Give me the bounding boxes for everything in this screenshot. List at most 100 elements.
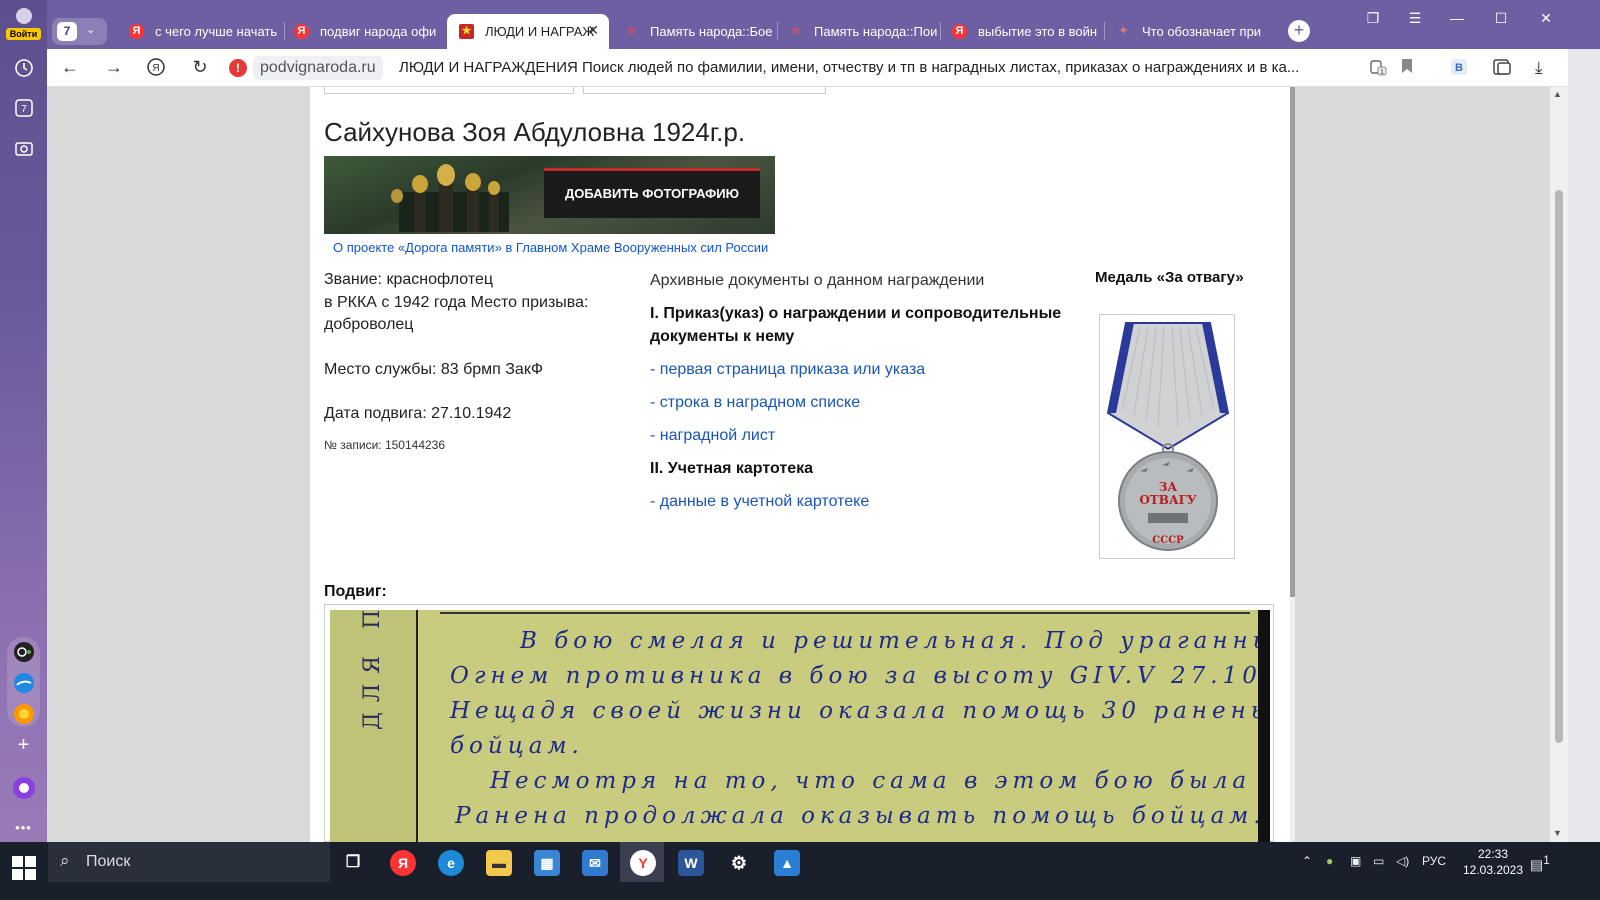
vk-extension-icon[interactable]: B [1450,58,1468,80]
record-number-text: № записи: 150144236 [324,437,446,452]
viewport-scrollbar-thumb[interactable] [1555,190,1563,743]
tab-title: Память народа::Бое [650,24,773,39]
yandex-browser-icon[interactable]: Я [390,850,416,876]
star-favicon-icon: ☆ [626,25,637,37]
taskbar-search[interactable]: ⌕ Поиск [48,842,330,882]
section-order-heading: I. Приказ(указ) о награждении и сопровод… [650,305,1062,345]
login-button[interactable]: Войти [3,6,44,46]
bookmark-icon[interactable] [1400,58,1414,78]
tabs-grid-icon[interactable]: 7 [9,93,38,122]
reload-icon[interactable]: ↻ [188,57,212,78]
close-window-icon[interactable]: ✕ [1531,10,1561,27]
new-tab-button[interactable]: + [1288,20,1310,42]
tray-device-icon[interactable]: ▣ [1350,854,1361,868]
photos-icon[interactable]: ▲ [774,850,800,876]
insecure-warning-icon[interactable]: ! [229,59,247,77]
tab-counter-button[interactable]: 7 ⌄ [52,18,107,45]
tab-7[interactable]: ✦ Что обозначает при [1104,14,1266,49]
link-order-first-page[interactable]: - первая страница приказа или указа [650,358,1070,381]
app-icon-alice[interactable] [9,637,38,666]
scroll-up-icon[interactable]: ▲ [1553,89,1562,99]
yandex-app-icon[interactable]: Y [630,850,656,876]
viewport-scrollbar[interactable]: ▲ ▼ [1550,87,1568,842]
menu-icon[interactable]: ☰ [1400,10,1430,27]
cathedral-image [391,164,509,232]
store-icon[interactable]: ▦ [534,850,560,876]
search-field-remnant[interactable] [324,87,574,94]
app-icon-zen[interactable] [9,668,38,697]
task-view-icon[interactable]: ❐ [340,850,366,876]
language-indicator[interactable]: РУС [1422,854,1446,868]
tab-title: с чего лучше начать [155,24,278,39]
tray-app-icon[interactable]: ● [1326,854,1333,868]
notifications-icon[interactable]: ▤1 [1530,854,1550,874]
medal-for-courage-icon: ЗА ОТВАГУ СССР [1106,322,1230,551]
yandex-favicon-icon: Я [129,24,144,39]
star-favicon-icon: ✦ [1118,25,1129,37]
vk-extension-letter: B [1455,62,1463,74]
medal-text-ussr: СССР [1152,535,1184,546]
app-icon-music[interactable] [9,699,38,728]
mail-icon[interactable]: ✉ [582,850,608,876]
taskbar-search-placeholder: Поиск [86,853,131,870]
download-icon[interactable]: ⤓ [1535,58,1543,78]
tab-title: подвиг народа офи [320,24,437,39]
search-field-remnant[interactable] [583,87,826,94]
screenshot-icon[interactable] [9,133,38,162]
windows-taskbar: ⌕ Поиск ❐ Я e ▬ ▦ ✉ Y W ⚙ ▲ ⌃ ● ▣ ▭ ◁) Р… [0,842,1600,900]
link-award-sheet[interactable]: - наградной лист [650,424,1070,447]
collections-panel-icon[interactable] [1492,58,1512,80]
tab-5[interactable]: ☆ Память народа::Пои [776,14,938,49]
feat-label: Подвиг: [324,583,387,600]
tab-6[interactable]: Я выбытие это в войн [940,14,1102,49]
link-card-file-data[interactable]: - данные в учетной картотеке [650,490,1070,513]
url-page-title[interactable]: ЛЮДИ И НАГРАЖДЕНИЯ Поиск людей по фамили… [399,59,1349,76]
close-tab-icon[interactable]: ✕ [587,22,599,39]
extensions-icon[interactable]: 1 [1369,58,1387,80]
add-app-icon[interactable]: + [9,731,38,760]
page-content: Сайхунова Зоя Абдуловна 1924г.р. ДОБАВИТ… [310,87,1290,842]
url-domain[interactable]: podvignaroda.ru [253,56,383,80]
link-award-list-line[interactable]: - строка в наградном списке [650,391,1070,414]
document-stub: ДЛЯ ПОД [330,610,418,842]
tab-2[interactable]: Я подвиг народа офи [282,14,444,49]
tray-expand-icon[interactable]: ⌃ [1302,854,1312,868]
award-sheet-scan[interactable]: ДЛЯ ПОД В бою смелая и решительная. Под … [330,610,1270,842]
tab-1[interactable]: Я с чего лучше начать [117,14,279,49]
yandex-home-icon[interactable]: Я [144,57,168,82]
edge-icon[interactable]: e [438,850,464,876]
document-rule-line [440,612,1250,614]
back-arrow-icon[interactable]: ← [58,57,82,78]
maximize-icon[interactable]: ☐ [1486,10,1516,27]
star-favicon-icon: ☆ [790,25,801,37]
tab-count: 7 [57,22,77,41]
network-icon[interactable]: ▭ [1373,854,1384,868]
taskbar-clock[interactable]: 22:33 12.03.2023 [1460,846,1526,878]
windows-start-icon[interactable] [12,856,36,880]
medal-image[interactable]: ЗА ОТВАГУ СССР [1099,314,1235,559]
right-panel-strip [1568,49,1600,842]
add-hero-photo-button[interactable]: ДОБАВИТЬ ФОТОГРАФИЮ ГЕРОЯ [544,168,760,234]
yandex-favicon-icon: Я [952,24,967,39]
page-scrollbar-thumb[interactable] [1290,87,1295,597]
clock-time: 22:33 [1477,847,1509,861]
collections-icon[interactable]: ❐ [1358,10,1388,27]
word-icon[interactable]: W [678,850,704,876]
history-icon[interactable] [9,53,38,82]
forward-arrow-icon[interactable]: → [102,57,126,78]
tab-3-active[interactable]: ★ ЛЮДИ И НАГРАЖ ✕ [447,14,609,49]
file-explorer-icon[interactable]: ▬ [486,850,512,876]
tab-title: выбытие это в войн [978,24,1098,39]
more-icon[interactable]: ••• [9,813,38,842]
page-scrollbar[interactable] [1290,87,1295,842]
volume-icon[interactable]: ◁) [1396,854,1409,868]
road-of-memory-banner[interactable]: ДОБАВИТЬ ФОТОГРАФИЮ ГЕРОЯ [324,156,775,234]
tab-4[interactable]: ☆ Память народа::Бое [612,14,774,49]
road-of-memory-link[interactable]: О проекте «Дорога памяти» в Главном Храм… [333,240,768,255]
settings-gear-icon[interactable]: ⚙ [726,850,752,876]
alice-assistant-icon[interactable] [9,773,38,802]
feat-document-frame: ДЛЯ ПОД В бою смелая и решительная. Под … [324,604,1274,842]
minimize-icon[interactable]: — [1442,10,1472,26]
clock-date: 12.03.2023 [1462,863,1524,877]
scroll-down-icon[interactable]: ▼ [1553,828,1562,838]
